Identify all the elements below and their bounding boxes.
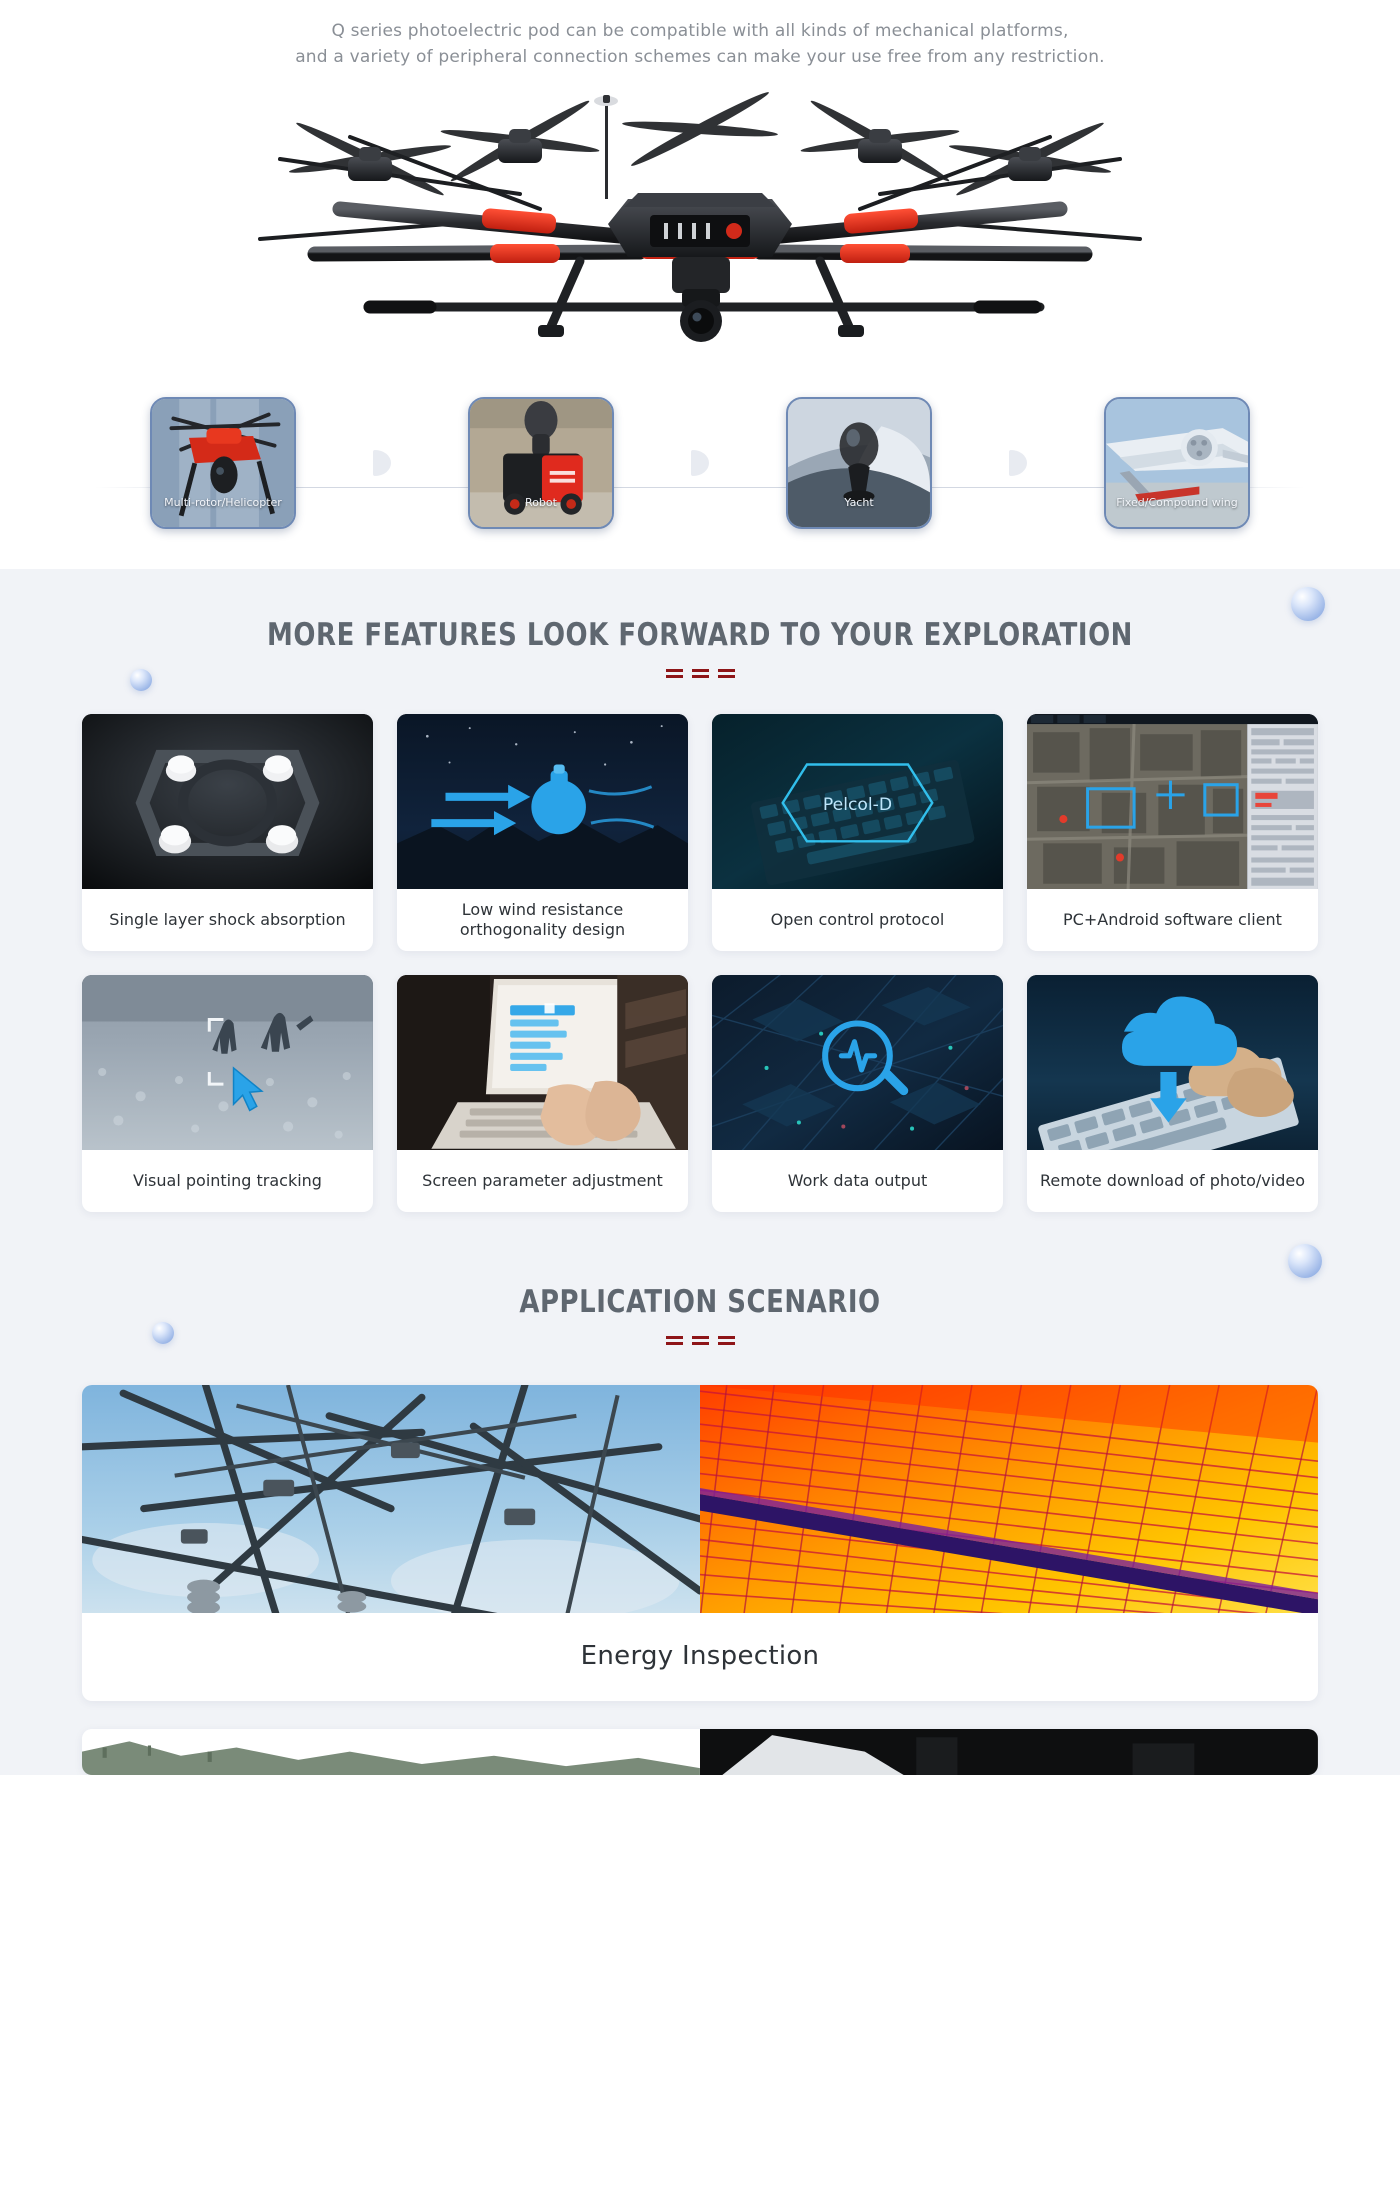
platform-card-fixedwing[interactable]: Fixed/Compound wing [1104,396,1250,529]
divider-bar [691,1335,709,1345]
feature-image [82,713,373,889]
feature-label: Screen parameter adjustment [422,1170,663,1190]
feature-card[interactable]: PC+Android software client [1027,713,1318,951]
feature-card[interactable]: Visual pointing tracking [82,974,373,1212]
feature-card[interactable]: Single layer shock absorption [82,713,373,951]
divider-bar [717,1335,735,1345]
product-landing-page: Q series photoelectric pod can be compat… [0,0,1400,1775]
application-image-right [700,1384,1318,1613]
feature-card[interactable]: Work data output [712,974,1003,1212]
laptop-parameter-ui-photo-icon [397,974,688,1150]
applications-title: APPLICATION SCENARIO [519,1283,881,1320]
feature-label: Low wind resistance orthogonality design [459,899,626,939]
cloud-download-graphic-icon [1027,974,1318,1150]
feature-label: Single layer shock absorption [109,909,346,929]
intro-section: Q series photoelectric pod can be compat… [0,0,1400,71]
platform-label: Robot [525,495,557,509]
platform-label: Multi-rotor/Helicopter [164,495,282,509]
protocol-hexagon-graphic-icon: Pelcol-D [712,713,1003,889]
dark-inspection-photo-icon [700,1728,1318,1775]
feature-label: PC+Android software client [1063,909,1282,929]
damping-plate-photo-icon [82,713,373,889]
intro-line-1: Q series photoelectric pod can be compat… [331,21,1069,41]
applications-divider [0,1335,1400,1345]
decor-sphere-3 [1288,1243,1322,1278]
feature-label: Open control protocol [770,909,945,929]
feature-image [1027,713,1318,889]
hero-drone-section [0,89,1400,389]
feature-card[interactable]: Pelcol-D Open control protocol [712,713,1003,951]
decor-sphere-4 [152,1321,174,1344]
application-images [82,1384,1318,1613]
feature-image [1027,974,1318,1150]
features-grid: Single layer shock absorption Low wind r… [82,713,1318,1212]
protocol-overlay-text: Pelcol-D [823,795,892,815]
platform-label: Yacht [844,495,874,509]
application-image-right [700,1728,1318,1775]
features-title: MORE FEATURES LOOK FORWARD TO YOUR EXPLO… [267,616,1133,653]
application-images [82,1728,1318,1775]
features-divider [0,668,1400,678]
connector-3 [932,397,1104,529]
application-image-left [82,1728,700,1775]
feature-image [712,974,1003,1150]
decor-sphere-2 [130,668,152,691]
feature-image [82,974,373,1150]
feature-image [397,713,688,889]
wind-flow-diagram-icon [397,713,688,889]
chevron-right-icon [691,449,709,476]
application-card-next[interactable] [82,1728,1318,1775]
software-client-screenshot-icon [1027,713,1318,889]
divider-bar [665,668,683,678]
tracking-crosshair-photo-icon [82,974,373,1150]
application-image-left [82,1384,700,1613]
divider-bar [691,668,709,678]
platform-card-robot[interactable]: Robot [468,396,614,529]
feature-card[interactable]: Remote download of photo/video [1027,974,1318,1212]
connector-1 [296,397,468,529]
divider-bar [717,668,735,678]
field-landscape-photo-icon [82,1728,700,1775]
platform-label: Fixed/Compound wing [1116,495,1238,509]
feature-image [397,974,688,1150]
drone-illustration [258,91,1142,342]
platform-compatibility-row: Multi-rotor/Helicopter Robot Yacht Fixed… [0,388,1400,569]
solar-panel-thermal-image-icon [700,1384,1318,1613]
power-transmission-tower-photo-icon [82,1384,700,1613]
feature-label: Work data output [787,1170,928,1190]
feature-image: Pelcol-D [712,713,1003,889]
application-label: Energy Inspection [580,1640,820,1671]
intro-line-2: and a variety of peripheral connection s… [295,47,1105,68]
decor-sphere-1 [1291,586,1325,621]
platform-card-yacht[interactable]: Yacht [786,396,932,529]
feature-card[interactable]: Low wind resistance orthogonality design [397,713,688,951]
chevron-right-icon [1009,449,1027,476]
chevron-right-icon [373,449,391,476]
connector-2 [614,397,786,529]
feature-label: Visual pointing tracking [133,1170,322,1190]
feature-card[interactable]: Screen parameter adjustment [397,974,688,1212]
divider-bar [665,1335,683,1345]
platform-card-multirotor[interactable]: Multi-rotor/Helicopter [150,396,296,529]
hero-drone-image [220,89,1180,389]
application-card-energy[interactable]: Energy Inspection [82,1384,1318,1701]
application-scenario-section: APPLICATION SCENARIO Energy Inspection [0,1221,1400,1775]
features-section: MORE FEATURES LOOK FORWARD TO YOUR EXPLO… [0,568,1400,1222]
feature-label: Remote download of photo/video [1039,1170,1306,1190]
data-analytics-graphic-icon [712,974,1003,1150]
